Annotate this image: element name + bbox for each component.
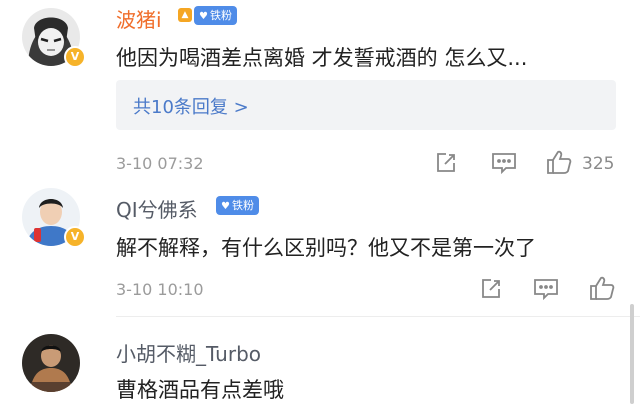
- fan-badge-label: 铁粉: [209, 9, 232, 22]
- share-icon[interactable]: [478, 276, 504, 302]
- verified-badge: V: [64, 226, 86, 248]
- comment-icon[interactable]: [490, 150, 518, 176]
- like-icon[interactable]: [545, 148, 573, 176]
- comment-text: 曹格酒品有点差哦: [116, 378, 284, 402]
- fan-badge: ♥ 铁粉: [194, 6, 237, 25]
- level-icon: ▲: [178, 8, 192, 22]
- fan-badge-label: 铁粉: [231, 199, 254, 212]
- heart-icon: ♥: [199, 11, 208, 22]
- comment-username[interactable]: QI兮佛系: [116, 194, 198, 223]
- verified-badge: V: [64, 46, 86, 68]
- comment-text: 解不解释，有什么区别吗？他又不是第一次了: [116, 236, 536, 260]
- comment-timestamp: 3-10 10:10: [116, 280, 204, 299]
- comment-text: 他因为喝酒差点离婚 才发誓戒酒的 怎么又...: [116, 46, 528, 70]
- view-replies-link[interactable]: 共10条回复 >: [133, 93, 249, 119]
- comment-username[interactable]: 波猪i: [116, 4, 162, 33]
- comment-icon[interactable]: [532, 276, 560, 302]
- fan-badge: ♥ 铁粉: [216, 196, 259, 215]
- divider: [116, 316, 640, 317]
- replies-container[interactable]: 共10条回复 >: [116, 80, 616, 130]
- scrollbar[interactable]: [630, 304, 634, 404]
- like-icon[interactable]: [588, 274, 616, 302]
- comment-timestamp: 3-10 07:32: [116, 154, 204, 173]
- comment-username[interactable]: 小胡不糊_Turbo: [116, 338, 261, 367]
- share-icon[interactable]: [433, 150, 459, 176]
- heart-icon: ♥: [221, 201, 230, 212]
- like-count: 325: [582, 154, 615, 174]
- avatar[interactable]: [22, 334, 80, 392]
